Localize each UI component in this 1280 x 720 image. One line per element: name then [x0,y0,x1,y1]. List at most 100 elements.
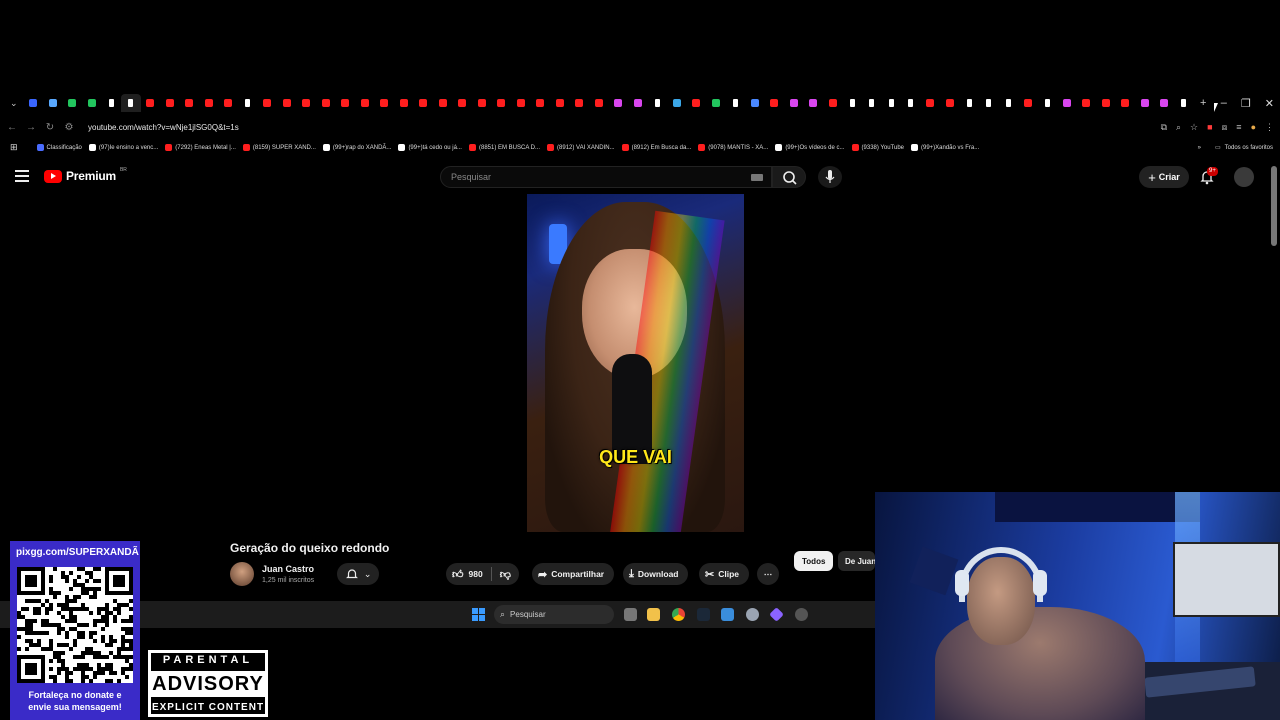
tab[interactable] [316,94,336,112]
tab[interactable] [862,94,882,112]
tab-list-button[interactable]: ⌄ [4,94,24,112]
tab[interactable] [1077,94,1097,112]
tab[interactable] [531,94,551,112]
channel-name[interactable]: Juan Castro [262,564,314,574]
thumbs-up-icon[interactable]: 👍︎ [452,568,464,581]
bookmark-item[interactable]: (9338) YouTube [851,144,904,151]
tab[interactable] [765,94,785,112]
bookmark-item[interactable]: (8912) VAI XANDIN... [547,144,615,151]
zoom-icon[interactable]: ⌕ [1176,122,1181,133]
tab[interactable] [1174,94,1194,112]
steam-icon[interactable] [697,608,710,621]
tab[interactable] [1116,94,1136,112]
bookmark-star-icon[interactable]: ☆ [1190,122,1198,133]
profile-icon[interactable]: ● [1251,122,1256,132]
extensions-icon[interactable]: ⧈ [1222,122,1228,133]
reload-icon[interactable]: ↻ [43,122,57,133]
tab[interactable] [82,94,102,112]
extension-red-icon[interactable]: ■ [1207,122,1212,132]
tab[interactable] [394,94,414,112]
tab[interactable] [258,94,278,112]
tab[interactable] [940,94,960,112]
chip-from-channel[interactable]: De Juan [838,551,875,571]
photos-icon[interactable] [721,608,734,621]
youtube-logo[interactable]: Premium BR [44,167,127,183]
tab[interactable] [102,94,122,112]
tab[interactable] [238,94,258,112]
bookmark-item[interactable]: (9078) MANTIS - XA... [698,144,768,151]
tab[interactable] [414,94,434,112]
tab[interactable] [141,94,161,112]
tab[interactable] [375,94,395,112]
menu-hamburger-icon[interactable] [15,170,29,185]
tab[interactable] [784,94,804,112]
settings-icon[interactable] [746,608,759,621]
tab[interactable] [843,94,863,112]
tab[interactable] [706,94,726,112]
tab[interactable] [336,94,356,112]
clip-button[interactable]: ✂ Clipe [699,563,749,585]
close-icon[interactable]: ✕ [1265,97,1274,110]
restore-icon[interactable]: ❐ [1241,97,1251,110]
bookmark-item[interactable]: (97)Ie ensino a venc... [88,144,158,151]
tab[interactable] [180,94,200,112]
bookmark-item[interactable]: (99+)tá cedo ou já... [398,144,462,151]
tab[interactable] [921,94,941,112]
bookmark-item[interactable]: (99+)Xandão vs Fra... [911,144,979,151]
bookmark-item[interactable]: (8912) Em Busca da... [621,144,691,151]
url-field[interactable]: youtube.com/watch?v=wNje1jlSG0Q&t=1s [88,123,239,132]
tab[interactable] [492,94,512,112]
tab[interactable] [433,94,453,112]
tab-active[interactable] [121,94,141,112]
subscribed-button[interactable]: ⌄ [337,563,379,585]
tab[interactable] [745,94,765,112]
thumbs-down-icon[interactable]: 👎︎ [500,568,511,581]
tab[interactable] [24,94,44,112]
taskbar-search[interactable]: ⌕ Pesquisar [494,605,614,624]
file-explorer-icon[interactable] [647,608,660,621]
keyboard-icon[interactable] [751,174,763,181]
bookmark-item[interactable]: (99+)Os vídeos de c... [775,144,845,151]
chip-all[interactable]: Todos [794,551,834,571]
download-button[interactable]: ⤓ Download [623,563,689,585]
voice-search-button[interactable] [818,166,842,188]
tab[interactable] [199,94,219,112]
bookmark-item[interactable]: Classificação [36,144,82,151]
tab[interactable] [570,94,590,112]
video-player[interactable]: QUE VAI [527,194,744,532]
tab[interactable] [1057,94,1077,112]
account-avatar[interactable] [1234,167,1254,187]
new-tab-button[interactable]: + [1194,94,1214,112]
channel-avatar[interactable] [230,562,254,586]
tab[interactable] [609,94,629,112]
app-diamond-icon[interactable] [769,607,784,622]
tab[interactable] [589,94,609,112]
tab[interactable] [882,94,902,112]
tab[interactable] [43,94,63,112]
bookmark-item[interactable]: (7292) Eneas Metal |... [165,144,236,151]
tab[interactable] [160,94,180,112]
tab[interactable] [355,94,375,112]
more-actions-button[interactable]: ⋯ [757,563,779,585]
tab[interactable] [1018,94,1038,112]
tab[interactable] [667,94,687,112]
tab[interactable] [550,94,570,112]
tab[interactable] [804,94,824,112]
back-icon[interactable]: ← [5,122,19,133]
bookmark-item[interactable]: (8159) SUPER XAND... [242,144,316,151]
task-view-icon[interactable] [624,608,637,621]
tab[interactable] [687,94,707,112]
tab[interactable] [472,94,492,112]
tab[interactable] [63,94,83,112]
apps-grid-icon[interactable]: ⊞ [10,142,18,153]
tab[interactable] [1096,94,1116,112]
tab[interactable] [1155,94,1175,112]
tab[interactable] [999,94,1019,112]
tab[interactable] [901,94,921,112]
install-app-icon[interactable]: ⧉ [1161,122,1167,133]
all-favorites-folder[interactable]: » ▭ Todos os favoritos [1198,140,1273,155]
create-button[interactable]: + Criar [1139,166,1189,188]
reading-list-icon[interactable]: ≡ [1236,122,1241,132]
tab[interactable] [453,94,473,112]
tab[interactable] [219,94,239,112]
